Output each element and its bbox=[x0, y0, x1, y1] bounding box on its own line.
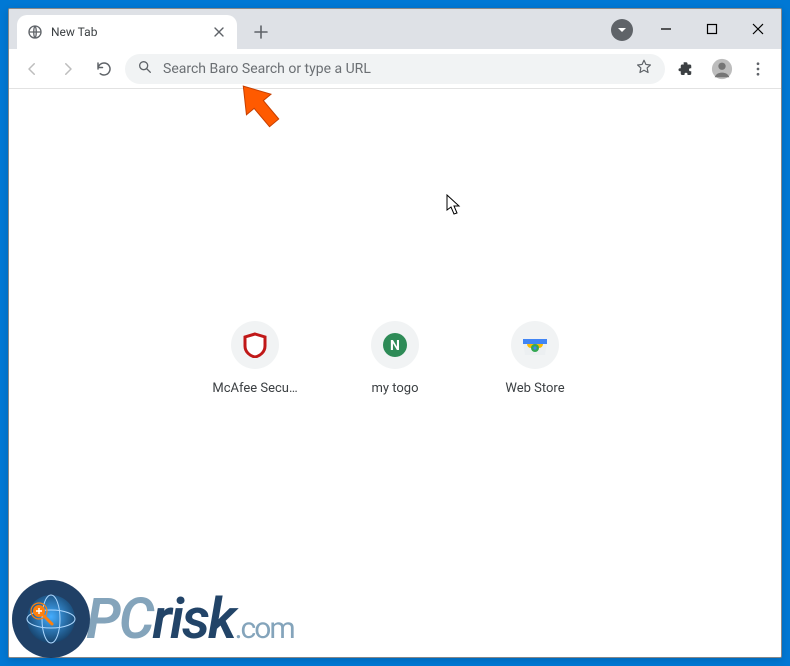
search-icon bbox=[137, 59, 153, 79]
globe-icon bbox=[27, 24, 43, 40]
new-tab-button[interactable] bbox=[247, 18, 275, 46]
shortcut-webstore[interactable]: Web Store bbox=[479, 321, 591, 396]
browser-window: New Tab bbox=[8, 8, 782, 658]
mcafee-shield-icon bbox=[243, 332, 267, 358]
profile-avatar-icon[interactable] bbox=[707, 54, 737, 84]
shortcut-label: McAfee Secu… bbox=[212, 381, 297, 396]
watermark-risk: risk bbox=[152, 586, 234, 652]
window-controls bbox=[643, 9, 781, 49]
tab-strip: New Tab bbox=[9, 9, 781, 49]
watermark-dotcom: .com bbox=[235, 611, 294, 646]
shortcut-label: Web Store bbox=[505, 381, 564, 396]
tab-active[interactable]: New Tab bbox=[17, 15, 237, 49]
svg-text:N: N bbox=[390, 338, 400, 354]
webstore-icon bbox=[521, 333, 549, 357]
watermark: PCrisk.com bbox=[12, 580, 294, 658]
shortcut-tile bbox=[511, 321, 559, 369]
star-bookmark-icon[interactable] bbox=[635, 58, 653, 80]
shortcut-label: my togo bbox=[371, 381, 418, 396]
back-button[interactable] bbox=[17, 54, 47, 84]
shortcut-mcafee[interactable]: McAfee Secu… bbox=[199, 321, 311, 396]
shortcut-tile bbox=[231, 321, 279, 369]
close-tab-icon[interactable] bbox=[211, 24, 227, 40]
new-tab-page: McAfee Secu… N my togo bbox=[9, 89, 781, 657]
letter-n-icon: N bbox=[382, 332, 408, 358]
account-indicator-icon[interactable] bbox=[611, 19, 633, 41]
toolbar bbox=[9, 49, 781, 89]
close-window-button[interactable] bbox=[735, 13, 781, 45]
minimize-button[interactable] bbox=[643, 13, 689, 45]
forward-button[interactable] bbox=[53, 54, 83, 84]
address-bar[interactable] bbox=[125, 54, 665, 84]
tab-title: New Tab bbox=[51, 25, 203, 39]
address-input[interactable] bbox=[163, 61, 625, 77]
extensions-button[interactable] bbox=[671, 54, 701, 84]
watermark-text: PCrisk.com bbox=[86, 586, 294, 652]
watermark-globe-icon bbox=[12, 580, 90, 658]
shortcut-mytogo[interactable]: N my togo bbox=[339, 321, 451, 396]
reload-button[interactable] bbox=[89, 54, 119, 84]
maximize-button[interactable] bbox=[689, 13, 735, 45]
menu-button[interactable] bbox=[743, 54, 773, 84]
shortcut-tile: N bbox=[371, 321, 419, 369]
watermark-pc: PC bbox=[86, 586, 152, 652]
shortcuts-row: McAfee Secu… N my togo bbox=[199, 321, 591, 396]
